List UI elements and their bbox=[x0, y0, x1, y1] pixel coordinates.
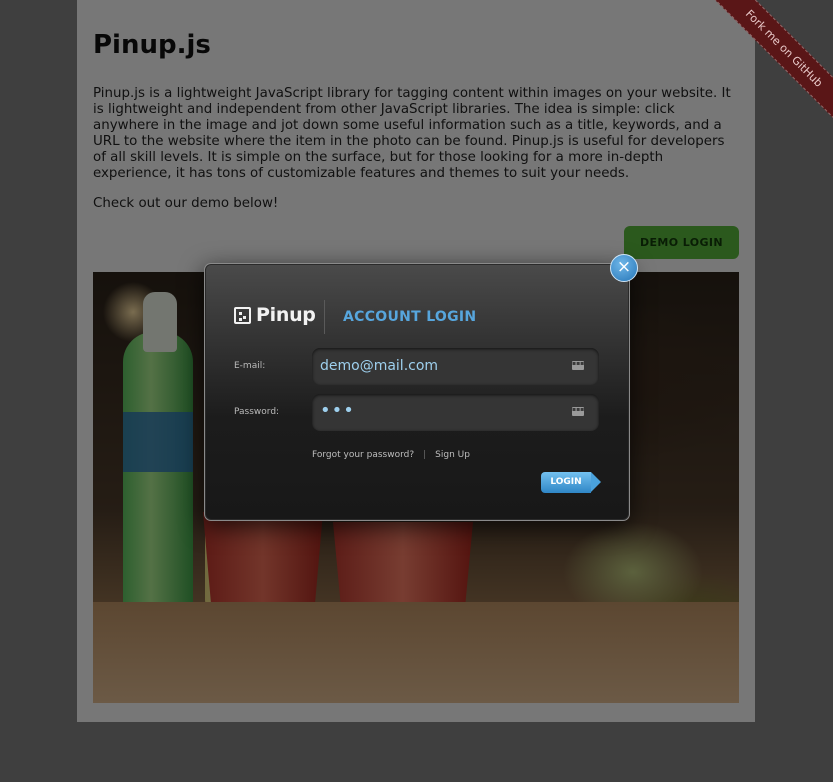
auth-links: Forgot your password? | Sign Up bbox=[312, 450, 470, 460]
email-field[interactable]: demo@mail.com ▪▪▪ bbox=[312, 348, 599, 385]
pinup-logo-icon bbox=[234, 306, 251, 324]
brand-name: Pinup bbox=[256, 304, 316, 326]
login-modal: Pinup ACCOUNT LOGIN E-mail: demo@mail.co… bbox=[204, 263, 630, 521]
email-label: E-mail: bbox=[234, 361, 266, 371]
github-ribbon-label[interactable]: Fork me on GitHub bbox=[706, 0, 833, 126]
password-label: Password: bbox=[234, 407, 280, 417]
modal-title: ACCOUNT LOGIN bbox=[343, 309, 477, 325]
keyboard-icon[interactable]: ▪▪▪ bbox=[572, 361, 584, 370]
keyboard-icon[interactable]: ▪▪▪ bbox=[572, 407, 584, 416]
sign-up-link[interactable]: Sign Up bbox=[435, 450, 470, 460]
link-separator: | bbox=[423, 450, 427, 460]
login-button[interactable]: LOGIN bbox=[541, 472, 601, 493]
brand-logo: Pinup bbox=[234, 304, 316, 326]
close-icon[interactable]: × bbox=[610, 254, 638, 282]
password-value[interactable]: ••• bbox=[320, 400, 355, 421]
email-value[interactable]: demo@mail.com bbox=[320, 358, 438, 374]
divider bbox=[324, 300, 325, 334]
github-ribbon[interactable]: Fork me on GitHub bbox=[683, 0, 833, 150]
password-field[interactable]: ••• ▪▪▪ bbox=[312, 394, 599, 431]
forgot-password-link[interactable]: Forgot your password? bbox=[312, 450, 414, 460]
